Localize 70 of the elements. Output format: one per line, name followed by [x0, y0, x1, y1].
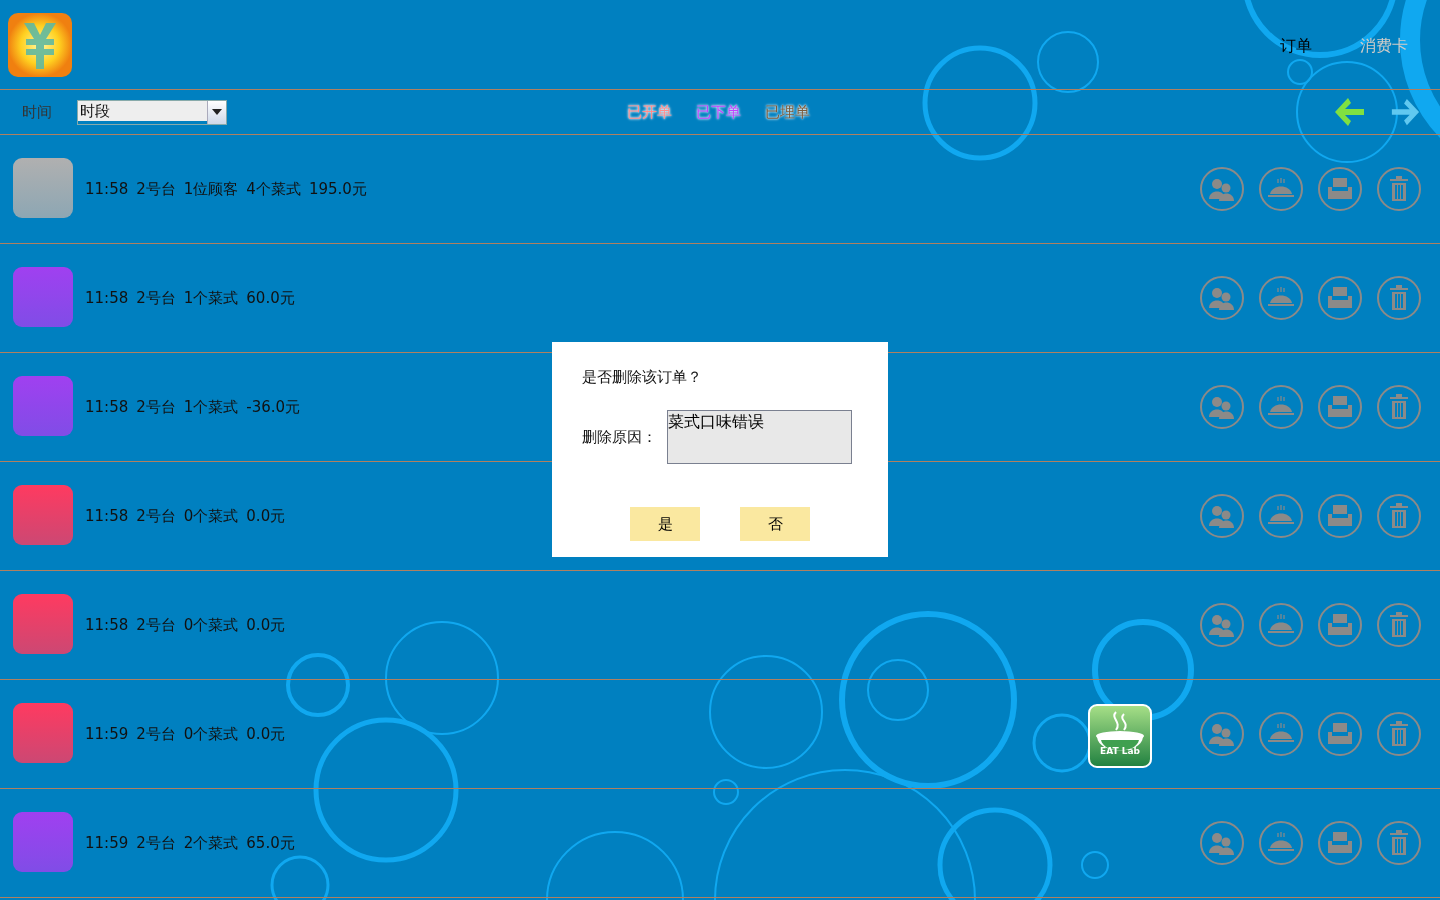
order-dishes: 0个菜式: [183, 614, 239, 636]
guests-button[interactable]: [1200, 603, 1244, 647]
back-arrow-icon[interactable]: [1334, 97, 1366, 127]
order-amount: 0.0元: [246, 505, 286, 527]
dish-button[interactable]: [1259, 276, 1303, 320]
order-table: 2号台: [136, 286, 176, 310]
order-amount: 0.0元: [246, 614, 286, 636]
guests-button[interactable]: [1200, 821, 1244, 865]
guests-button[interactable]: [1200, 385, 1244, 429]
period-dropdown[interactable]: 时段: [77, 99, 227, 125]
order-amount: 65.0元: [246, 832, 295, 854]
printer-button[interactable]: [1318, 494, 1362, 538]
order-dishes: 1个菜式: [183, 396, 239, 418]
order-time: 11:58: [85, 178, 129, 200]
guests-button[interactable]: [1200, 167, 1244, 211]
order-table: 2号台: [136, 177, 176, 201]
time-label: 时间: [22, 101, 53, 123]
order-amount: -36.0元: [246, 396, 301, 418]
order-dishes: 1个菜式: [183, 287, 239, 309]
order-time: 11:58: [85, 287, 129, 309]
order-time: 11:58: [85, 505, 129, 527]
trash-button[interactable]: [1377, 821, 1421, 865]
dialog-button[interactable]: 否: [740, 507, 810, 541]
order-table: 2号台: [136, 722, 176, 746]
guests-button[interactable]: [1200, 276, 1244, 320]
forward-arrow-icon[interactable]: [1390, 97, 1420, 127]
soup-bowl-app-icon[interactable]: EAT Lab: [1088, 704, 1152, 768]
printer-button[interactable]: [1318, 821, 1362, 865]
dish-button[interactable]: [1259, 821, 1303, 865]
dish-button[interactable]: [1259, 167, 1303, 211]
order-table: 2号台: [136, 831, 176, 855]
reason-label: 删除原因：: [582, 426, 657, 448]
caret-icon: [212, 109, 222, 115]
trash-button[interactable]: [1377, 712, 1421, 756]
dish-button[interactable]: [1259, 385, 1303, 429]
order-guests: 1位顾客: [183, 178, 239, 200]
order-table: 2号台: [136, 613, 176, 637]
order-time: 11:59: [85, 832, 129, 854]
dialog-button[interactable]: 是: [630, 507, 700, 541]
guests-button[interactable]: [1200, 494, 1244, 538]
trash-button[interactable]: [1377, 167, 1421, 211]
order-table: 2号台: [136, 395, 176, 419]
printer-button[interactable]: [1318, 276, 1362, 320]
guests-button[interactable]: [1200, 712, 1244, 756]
dish-button[interactable]: [1259, 712, 1303, 756]
reason-field[interactable]: 菜式口味错误: [667, 410, 852, 464]
printer-button[interactable]: [1318, 603, 1362, 647]
trash-button[interactable]: [1377, 276, 1421, 320]
order-dishes: 0个菜式: [183, 505, 239, 527]
trash-button[interactable]: [1377, 494, 1421, 538]
order-time: 11:58: [85, 614, 129, 636]
trash-button[interactable]: [1377, 603, 1421, 647]
printer-button[interactable]: [1318, 167, 1362, 211]
order-table: 2号台: [136, 504, 176, 528]
order-time: 11:59: [85, 723, 129, 745]
trash-button[interactable]: [1377, 385, 1421, 429]
order-amount: 195.0元: [308, 178, 367, 200]
order-dishes: 0个菜式: [183, 723, 239, 745]
dish-button[interactable]: [1259, 603, 1303, 647]
yen-logo-icon: [8, 12, 72, 77]
order-amount: 0.0元: [246, 723, 286, 745]
order-dishes: 2个菜式: [183, 832, 239, 854]
nav-tab[interactable]: 订单: [1280, 33, 1312, 58]
order-time: 11:58: [85, 396, 129, 418]
order-dishes: 4个菜式: [246, 178, 301, 200]
dish-button[interactable]: [1259, 494, 1303, 538]
printer-button[interactable]: [1318, 385, 1362, 429]
order-amount: 60.0元: [246, 287, 295, 309]
printer-button[interactable]: [1318, 712, 1362, 756]
dialog-question: 是否删除该订单？: [582, 367, 702, 388]
